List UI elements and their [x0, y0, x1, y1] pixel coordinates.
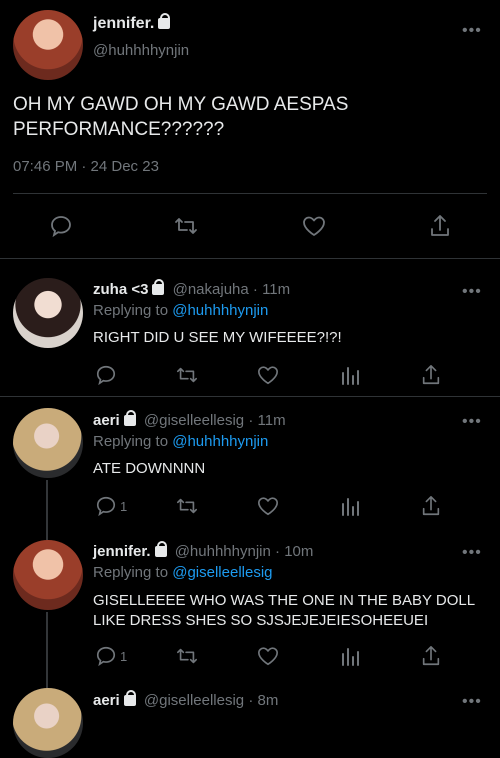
- thread-line: [46, 612, 48, 692]
- time[interactable]: 8m: [258, 692, 279, 709]
- more-icon[interactable]: •••: [462, 693, 482, 711]
- reply-icon[interactable]: [49, 214, 73, 238]
- more-icon[interactable]: •••: [462, 544, 482, 562]
- lock-icon: [123, 410, 136, 426]
- reply-icon[interactable]: [95, 645, 117, 667]
- reply-text: ATE DOWNNNN: [93, 460, 206, 477]
- avatar[interactable]: [13, 278, 83, 348]
- lock-icon: [152, 279, 165, 295]
- handle[interactable]: @huhhhhynjin: [175, 543, 271, 560]
- reply-header: aeri @giselleellesig · 8m: [93, 690, 279, 709]
- time[interactable]: 10m: [284, 543, 313, 560]
- share-icon[interactable]: [420, 363, 442, 387]
- display-name[interactable]: zuha <3: [93, 281, 148, 298]
- display-name[interactable]: aeri: [93, 692, 120, 709]
- reply-icon[interactable]: [95, 364, 117, 386]
- analytics-icon[interactable]: [340, 645, 360, 667]
- retweet-icon[interactable]: [175, 495, 199, 517]
- time[interactable]: 11m: [262, 281, 290, 298]
- replying-to: Replying to @giselleellesig: [93, 564, 273, 581]
- avatar[interactable]: [13, 540, 83, 610]
- timestamp[interactable]: 07:46 PM · 24 Dec 23: [13, 158, 159, 175]
- analytics-icon[interactable]: [340, 495, 360, 517]
- thread-line: [46, 480, 48, 540]
- lock-icon: [154, 541, 167, 557]
- handle[interactable]: @giselleellesig: [144, 692, 244, 709]
- avatar[interactable]: [13, 688, 83, 758]
- mention-link[interactable]: @huhhhhynjin: [172, 433, 268, 450]
- divider: [0, 258, 500, 259]
- avatar[interactable]: [13, 408, 83, 478]
- handle[interactable]: @huhhhhynjin: [93, 42, 189, 59]
- reply-header: aeri @giselleellesig · 11m: [93, 410, 286, 429]
- reply-text: GISELLEEEE WHO WAS THE ONE IN THE BABY D…: [93, 592, 476, 629]
- mention-link[interactable]: @huhhhhynjin: [172, 302, 268, 319]
- like-icon[interactable]: [256, 364, 280, 386]
- share-icon[interactable]: [428, 213, 452, 239]
- retweet-icon[interactable]: [175, 364, 199, 386]
- display-name[interactable]: jennifer.: [93, 543, 151, 560]
- reply-count: 1: [120, 649, 128, 664]
- share-icon[interactable]: [420, 644, 442, 668]
- reply-count: 1: [120, 499, 128, 514]
- like-icon[interactable]: [256, 645, 280, 667]
- replying-to: Replying to @huhhhhynjin: [93, 433, 269, 450]
- display-name[interactable]: jennifer.: [93, 13, 171, 33]
- more-icon[interactable]: •••: [462, 283, 482, 301]
- tweet-text: OH MY GAWD OH MY GAWD AESPAS PERFORMANCE…: [13, 94, 349, 140]
- lock-icon: [123, 690, 136, 706]
- more-icon[interactable]: •••: [462, 413, 482, 431]
- time[interactable]: 11m: [258, 412, 286, 429]
- lock-icon: [158, 13, 171, 29]
- mention-link[interactable]: @giselleellesig: [172, 564, 272, 581]
- divider: [0, 396, 500, 397]
- analytics-icon[interactable]: [340, 364, 360, 386]
- display-name[interactable]: aeri: [93, 412, 120, 429]
- reply-header: jennifer. @huhhhhynjin · 10m: [93, 541, 314, 560]
- handle[interactable]: @giselleellesig: [144, 412, 244, 429]
- reply-icon[interactable]: [95, 495, 117, 517]
- divider: [13, 193, 487, 194]
- more-icon[interactable]: •••: [462, 22, 482, 40]
- retweet-icon[interactable]: [173, 214, 199, 238]
- handle[interactable]: @nakajuha: [173, 281, 249, 298]
- like-icon[interactable]: [256, 495, 280, 517]
- reply-header: zuha <3 @nakajuha · 11m: [93, 279, 291, 298]
- replying-to: Replying to @huhhhhynjin: [93, 302, 269, 319]
- like-icon[interactable]: [301, 214, 327, 238]
- retweet-icon[interactable]: [175, 645, 199, 667]
- share-icon[interactable]: [420, 494, 442, 518]
- reply-text: RIGHT DID U SEE MY WIFEEEE?!?!: [93, 329, 342, 346]
- avatar[interactable]: [13, 10, 83, 80]
